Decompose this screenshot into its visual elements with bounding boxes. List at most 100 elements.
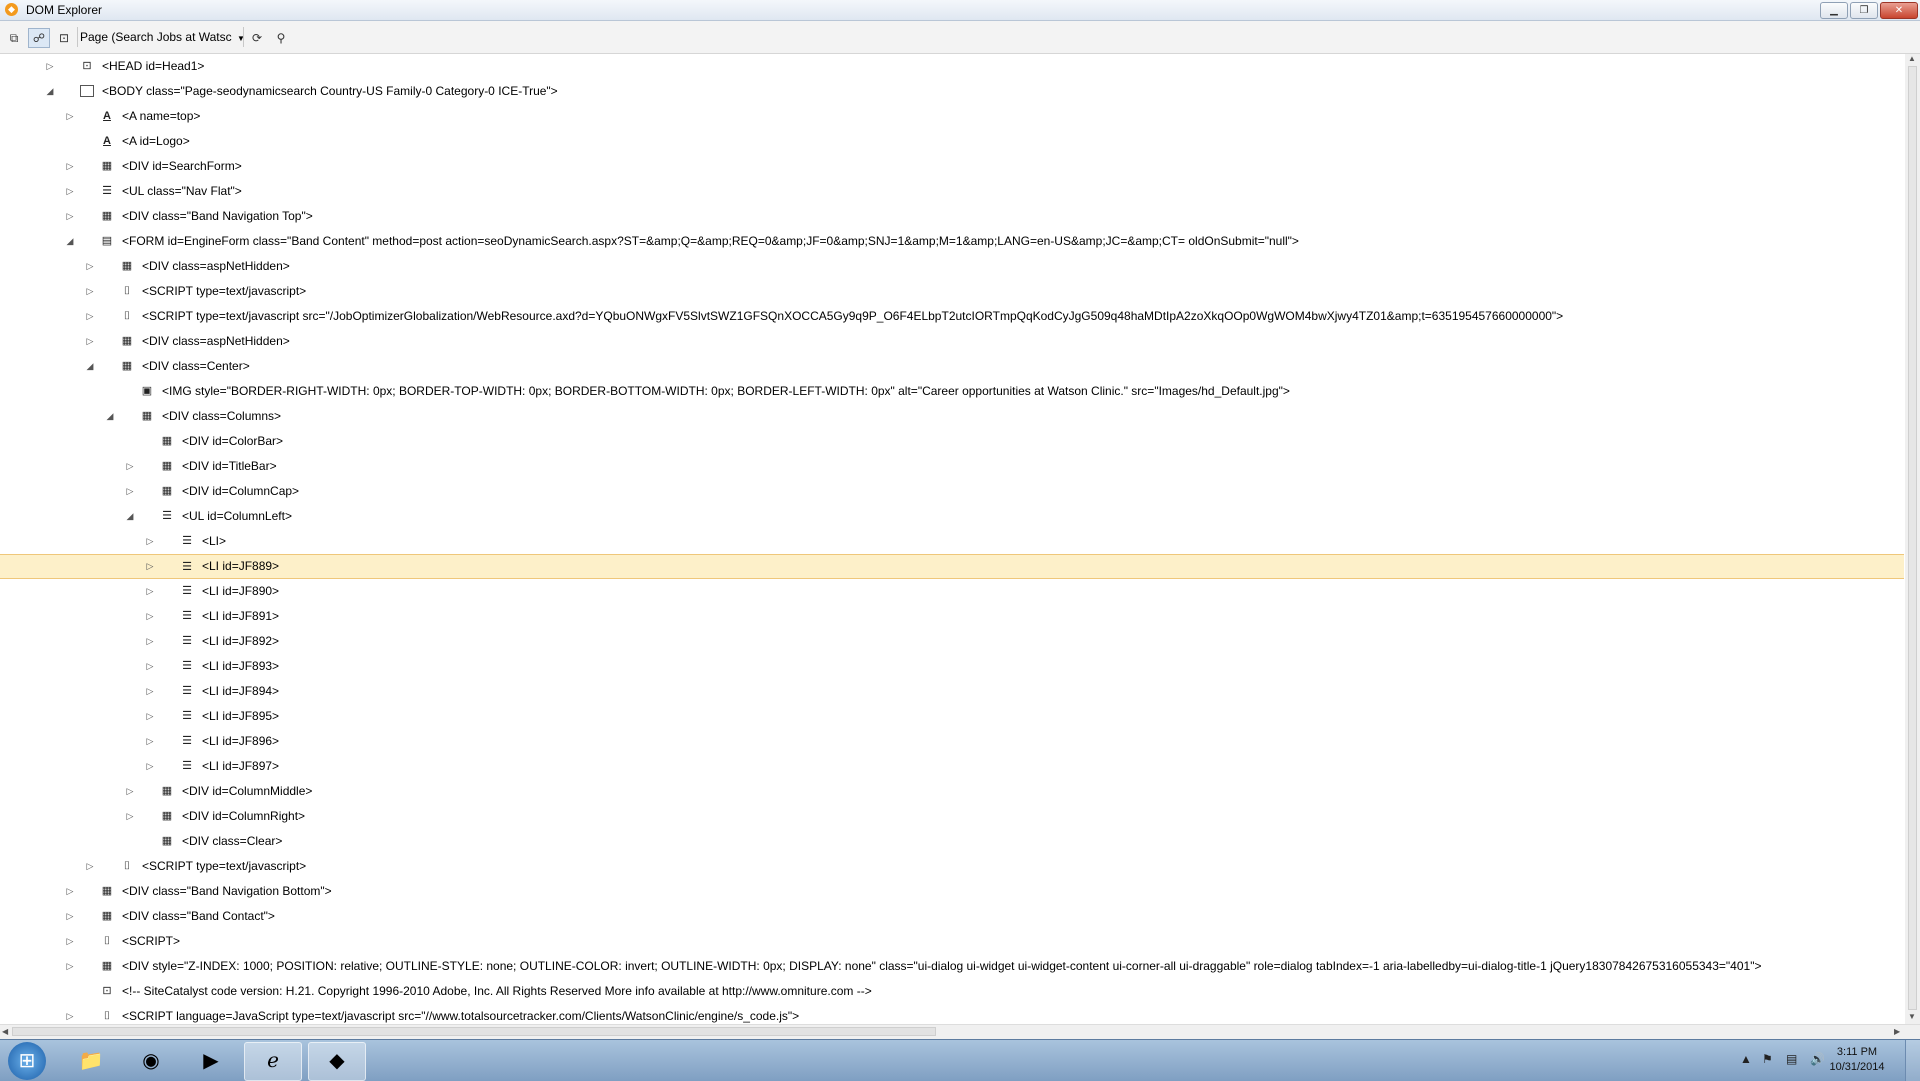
expand-toggle-icon[interactable]: ▷ [144, 579, 156, 604]
tree-node[interactable]: ▷ ⊡ <HEAD id=Head1> [0, 54, 1904, 79]
collapse-toggle-icon[interactable]: ◢ [44, 79, 56, 104]
tree-node[interactable]: ▷ ▦ <DIV id=ColumnRight> [0, 804, 1904, 829]
scroll-down-icon[interactable]: ▼ [1908, 1012, 1916, 1021]
tree-node[interactable]: ⊡ <!-- SiteCatalyst code version: H.21. C… [0, 979, 1904, 1004]
search-icon[interactable]: ⚲ [270, 28, 292, 48]
expand-toggle-icon[interactable]: ▷ [84, 329, 96, 354]
tree-node[interactable]: ▦ <DIV class=Clear> [0, 829, 1904, 854]
ts-app-icon[interactable]: ◆ [308, 1042, 366, 1081]
tree-node[interactable]: ▷ ⌷ <SCRIPT type=text/javascript> [0, 279, 1904, 304]
collapse-toggle-icon[interactable]: ◢ [124, 504, 136, 529]
expand-toggle-icon[interactable]: ▷ [64, 1004, 76, 1024]
tree-node[interactable]: ▷ ☰ <LI id=JF891> [0, 604, 1904, 629]
show-desktop-button[interactable] [1905, 1040, 1920, 1081]
tree-node[interactable]: ▷ ☰ <LI id=JF897> [0, 754, 1904, 779]
expand-toggle-icon[interactable]: ▷ [144, 555, 156, 578]
tree-node[interactable]: ▷ ☰ <LI> [0, 529, 1904, 554]
expand-toggle-icon[interactable]: ▷ [64, 929, 76, 954]
expand-toggle-icon[interactable]: ▷ [144, 679, 156, 704]
start-button[interactable]: ⊞ [8, 1042, 46, 1080]
action-center-icon[interactable]: ⚑ [1762, 1052, 1773, 1066]
minimize-button[interactable]: ▁ [1820, 2, 1848, 19]
expand-toggle-icon[interactable]: ▷ [124, 454, 136, 479]
tree-node[interactable]: ▷ ☰ <UL class="Nav Flat"> [0, 179, 1904, 204]
show-hidden-icons-icon[interactable]: ▲ [1740, 1052, 1752, 1066]
network-icon[interactable]: ▤ [1786, 1052, 1797, 1066]
horizontal-scrollbar[interactable]: ◀ ▶ [0, 1024, 1920, 1039]
tree-node[interactable]: ▷ ⌷ <SCRIPT language=JavaScript type=text/… [0, 1004, 1904, 1024]
tree-node[interactable]: ◢ ▦ <DIV class=Columns> [0, 404, 1904, 429]
tree-node[interactable]: ◢ ☰ <UL id=ColumnLeft> [0, 504, 1904, 529]
tree-node[interactable]: ▷ ▦ <DIV id=ColumnCap> [0, 479, 1904, 504]
horizontal-scroll-thumb[interactable] [12, 1027, 936, 1036]
internet-explorer-icon[interactable]: ℯ [244, 1042, 302, 1081]
tree-node[interactable]: ▷ ▦ <DIV class=aspNetHidden> [0, 329, 1904, 354]
media-player-icon[interactable]: ▶ [182, 1042, 240, 1081]
tree-node[interactable]: ◢ <BODY class="Page-seodynamicsearch Coun… [0, 79, 1904, 104]
expand-toggle-icon[interactable]: ▷ [64, 904, 76, 929]
expand-toggle-icon[interactable]: ▷ [144, 704, 156, 729]
restore-button[interactable]: ❐ [1850, 2, 1878, 19]
tree-node[interactable]: ▷ ▦ <DIV id=TitleBar> [0, 454, 1904, 479]
expand-toggle-icon[interactable]: ▷ [84, 854, 96, 879]
expand-toggle-icon[interactable]: ▷ [144, 654, 156, 679]
tree-node-selected[interactable]: ▷ ☰ <LI id=JF889> [0, 554, 1904, 579]
collapse-toggle-icon[interactable]: ◢ [64, 229, 76, 254]
expand-toggle-icon[interactable]: ▷ [64, 204, 76, 229]
expand-toggle-icon[interactable]: ▷ [64, 104, 76, 129]
expand-toggle-icon[interactable]: ▷ [144, 604, 156, 629]
scroll-right-icon[interactable]: ▶ [1894, 1027, 1900, 1036]
expand-toggle-icon[interactable]: ▷ [64, 179, 76, 204]
tree-node[interactable]: ▷ ☰ <LI id=JF896> [0, 729, 1904, 754]
expand-toggle-icon[interactable]: ▷ [84, 279, 96, 304]
tree-node[interactable]: ▦ <DIV id=ColorBar> [0, 429, 1904, 454]
tree-node[interactable]: ▷ ☰ <LI id=JF890> [0, 579, 1904, 604]
collapse-toggle-icon[interactable]: ◢ [84, 354, 96, 379]
expand-toggle-icon[interactable]: ▷ [84, 254, 96, 279]
window-titlebar[interactable]: ◆ DOM Explorer ▁ ❐ ✕ [0, 0, 1920, 21]
file-explorer-icon[interactable]: 📁 [62, 1042, 120, 1081]
dom-tree[interactable]: ▷ ⊡ <HEAD id=Head1> ◢ <BODY class="Page-seod… [0, 54, 1904, 1024]
tree-node[interactable]: ▷ ☰ <LI id=JF892> [0, 629, 1904, 654]
tree-node[interactable]: ▷ ☰ <LI id=JF893> [0, 654, 1904, 679]
expand-toggle-icon[interactable]: ▷ [124, 804, 136, 829]
chrome-icon[interactable]: ◉ [122, 1042, 180, 1081]
select-element-icon[interactable]: ⧉ [3, 28, 25, 48]
expand-toggle-icon[interactable]: ▷ [144, 529, 156, 554]
expand-toggle-icon[interactable]: ▷ [84, 304, 96, 329]
scroll-left-icon[interactable]: ◀ [2, 1027, 8, 1036]
tree-node[interactable]: ▷ A <A name=top> [0, 104, 1904, 129]
tree-node[interactable]: ▣ <IMG style="BORDER-RIGHT-WIDTH: 0px; BO… [0, 379, 1904, 404]
collapse-toggle-icon[interactable]: ◢ [104, 404, 116, 429]
vertical-scrollbar[interactable]: ▲ ▼ [1905, 54, 1920, 1024]
expand-toggle-icon[interactable]: ▷ [144, 754, 156, 779]
tree-node[interactable]: ▷ ⌷ <SCRIPT type=text/javascript> [0, 854, 1904, 879]
expand-toggle-icon[interactable]: ▷ [124, 779, 136, 804]
tree-node[interactable]: ▷ ▦ <DIV class="Band Navigation Bottom"> [0, 879, 1904, 904]
expand-toggle-icon[interactable]: ▷ [124, 479, 136, 504]
tree-node[interactable]: ▷ ⌷ <SCRIPT> [0, 929, 1904, 954]
tree-node[interactable]: ▷ ▦ <DIV id=SearchForm> [0, 154, 1904, 179]
vertical-scroll-thumb[interactable] [1908, 66, 1917, 1010]
tree-node[interactable]: ▷ ☰ <LI id=JF895> [0, 704, 1904, 729]
expand-toggle-icon[interactable]: ▷ [64, 954, 76, 979]
tree-node[interactable]: ▷ ▦ <DIV class="Band Navigation Top"> [0, 204, 1904, 229]
tree-node[interactable]: ◢ ▦ <DIV class=Center> [0, 354, 1904, 379]
highlight-element-icon[interactable]: ⊡ [53, 28, 75, 48]
tree-node[interactable]: ▷ ▦ <DIV id=ColumnMiddle> [0, 779, 1904, 804]
tree-node[interactable]: ▷ ▦ <DIV class="Band Contact"> [0, 904, 1904, 929]
tree-node[interactable]: ▷ ☰ <LI id=JF894> [0, 679, 1904, 704]
expand-toggle-icon[interactable]: ▷ [44, 54, 56, 79]
refresh-icon[interactable]: ⟳ [246, 28, 268, 48]
tree-node[interactable]: A <A id=Logo> [0, 129, 1904, 154]
page-select-dropdown[interactable]: Page (Search Jobs at Watsc ▼ [80, 28, 245, 46]
expand-toggle-icon[interactable]: ▷ [64, 879, 76, 904]
expand-toggle-icon[interactable]: ▷ [144, 729, 156, 754]
tree-node[interactable]: ▷ ▦ <DIV class=aspNetHidden> [0, 254, 1904, 279]
dom-tree-icon[interactable]: ☍ [28, 28, 50, 48]
expand-toggle-icon[interactable]: ▷ [144, 629, 156, 654]
tree-node[interactable]: ▷ ▦ <DIV style="Z-INDEX: 1000; POSITION: r… [0, 954, 1904, 979]
expand-toggle-icon[interactable]: ▷ [64, 154, 76, 179]
tree-node[interactable]: ◢ ▤ <FORM id=EngineForm class="Band Conten… [0, 229, 1904, 254]
close-button[interactable]: ✕ [1880, 2, 1918, 19]
